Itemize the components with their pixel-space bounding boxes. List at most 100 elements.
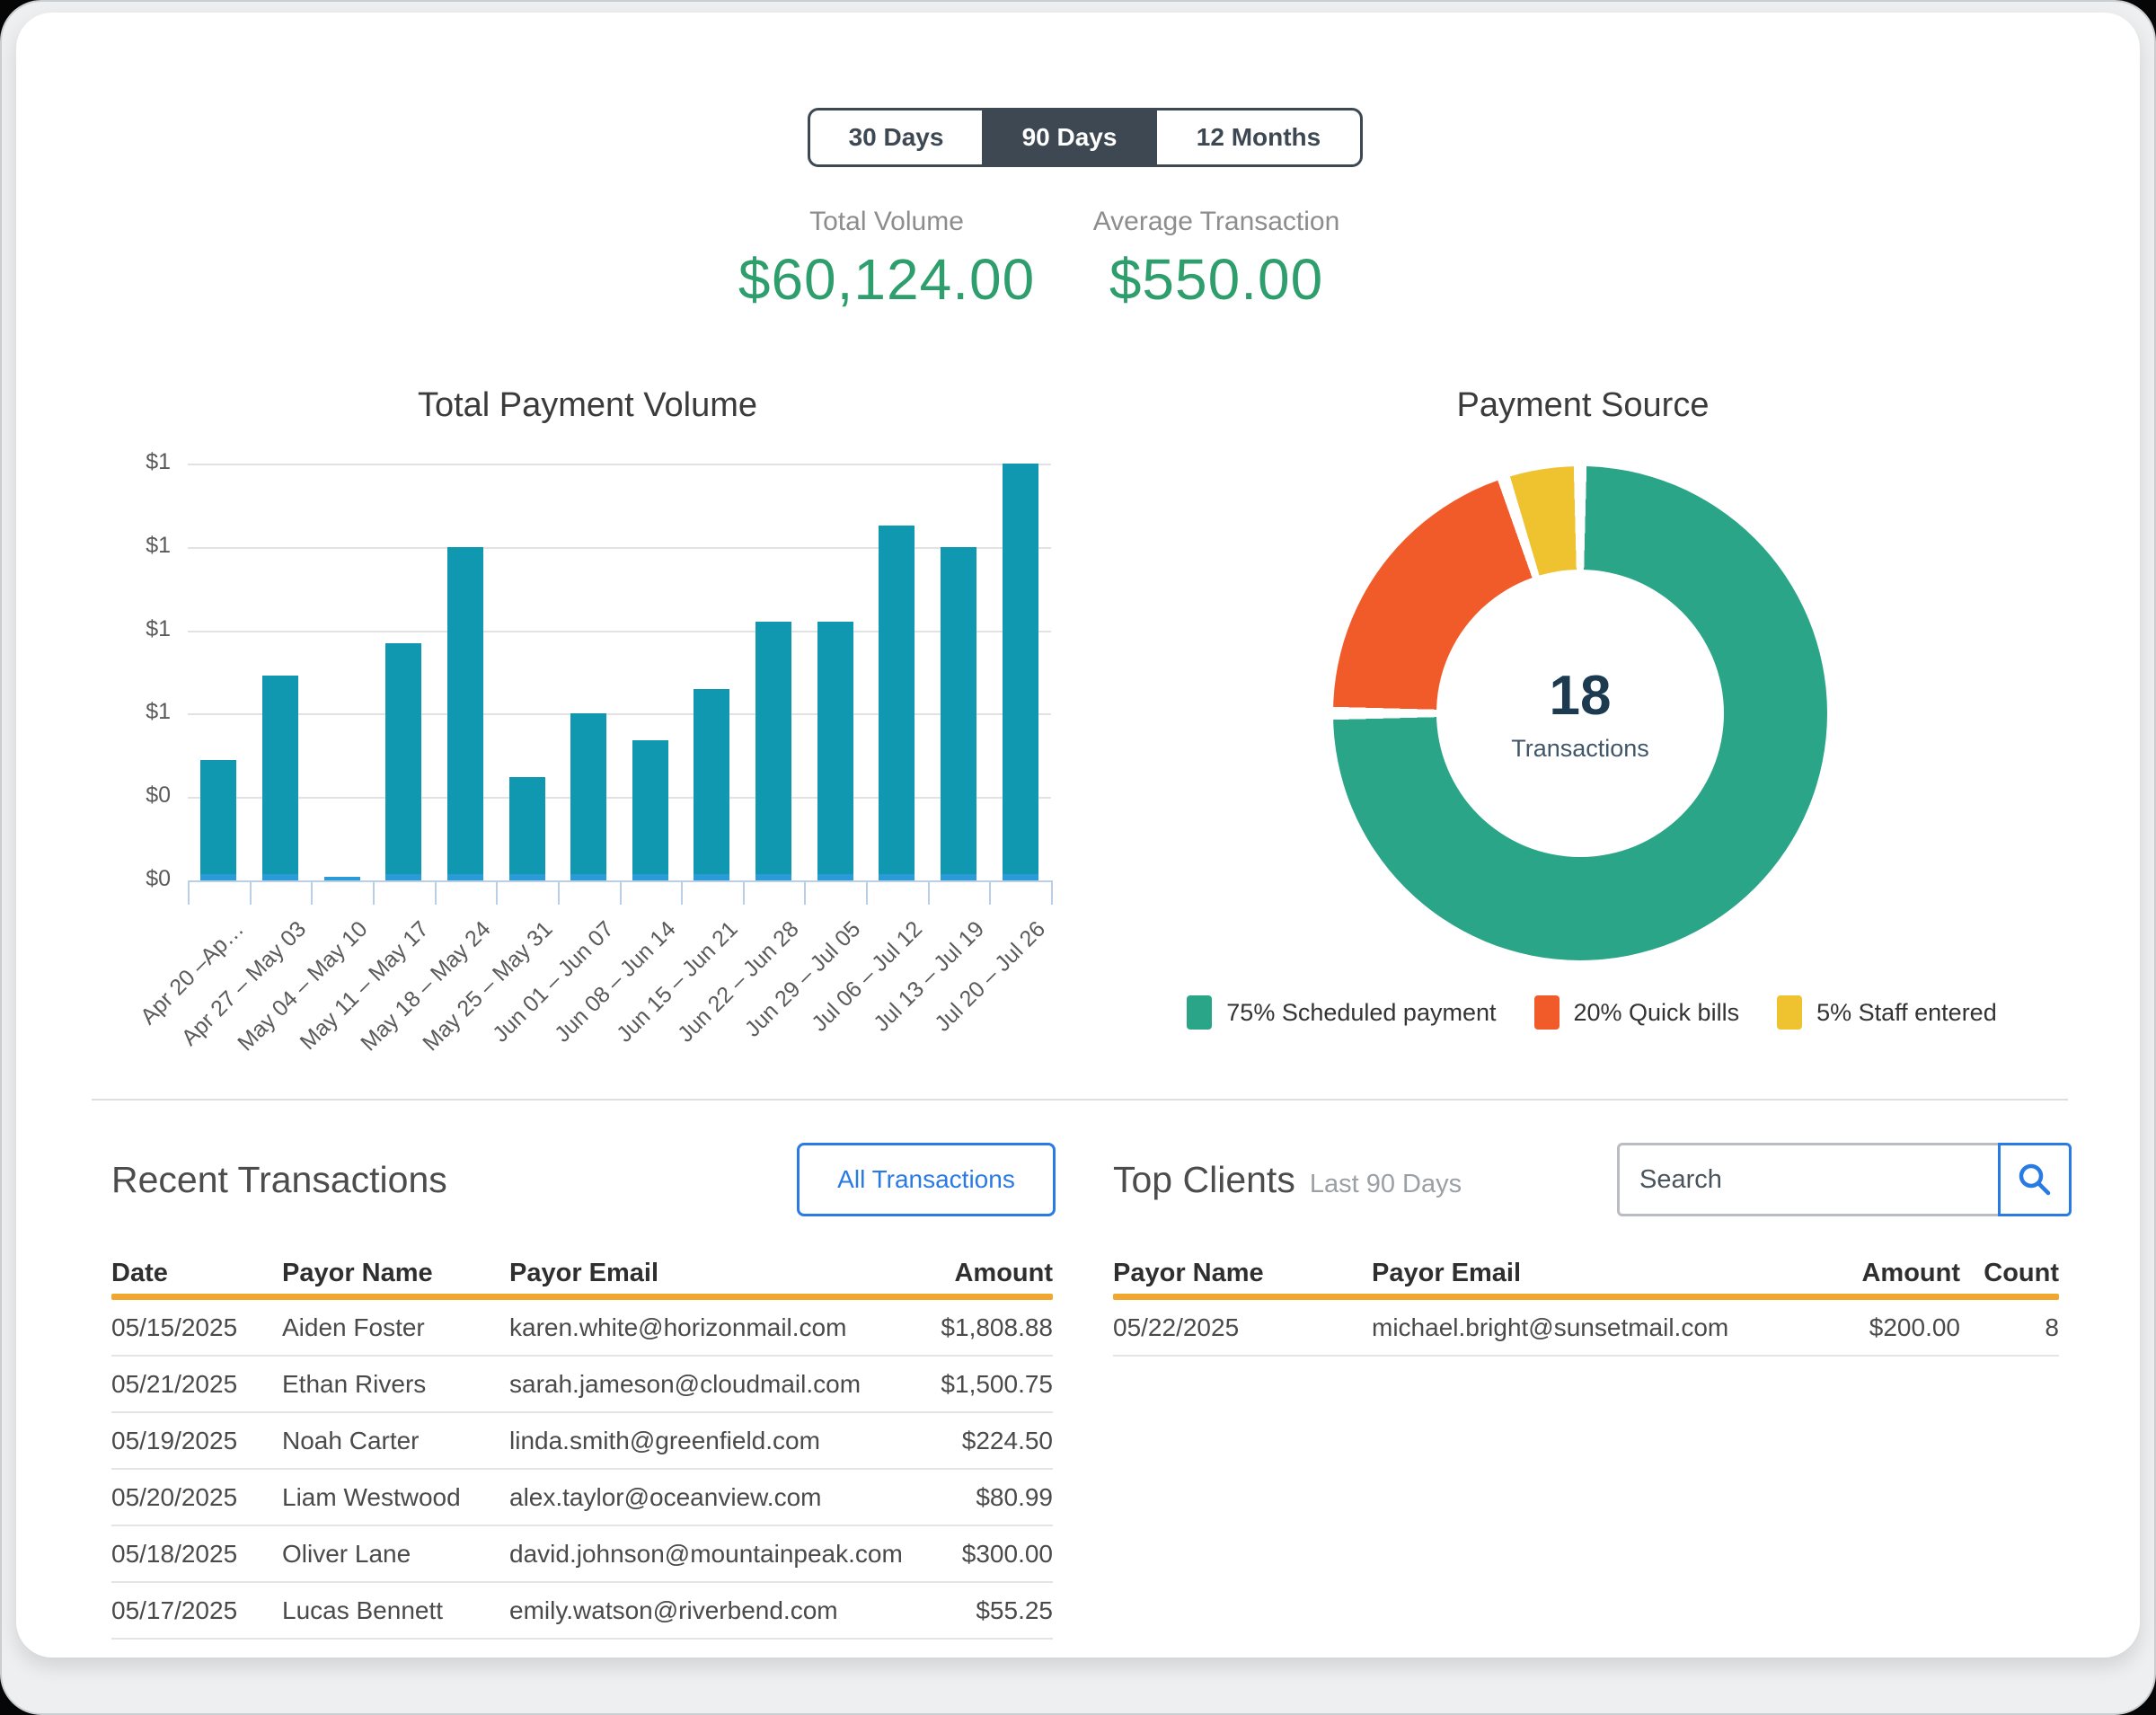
gridline (188, 713, 1051, 715)
bar (755, 622, 791, 880)
bar-top-segment (879, 526, 915, 874)
x-axis-tick (928, 880, 930, 905)
x-axis-tick (989, 880, 991, 905)
kpi-total-volume-label: Total Volume (707, 207, 1066, 237)
x-axis-tick (804, 880, 806, 905)
tab-30-days[interactable]: 30 Days (810, 111, 982, 164)
kpi-total-volume: Total Volume $60,124.00 (707, 207, 1066, 313)
cell: 05/15/2025 (111, 1313, 282, 1342)
bar-top-segment (694, 689, 729, 874)
bar (509, 777, 545, 880)
search-input[interactable] (1617, 1143, 1998, 1216)
cell: 05/17/2025 (111, 1596, 282, 1625)
table-row: 05/20/2025Liam Westwoodalex.taylor@ocean… (111, 1470, 1053, 1526)
bar-base-segment (632, 874, 668, 880)
gridline (188, 797, 1051, 799)
x-axis-tick (373, 880, 375, 905)
bar-top-segment (509, 777, 545, 874)
x-axis-tick (1051, 880, 1053, 905)
x-axis-tick (620, 880, 622, 905)
cell: Lucas Bennett (282, 1596, 509, 1625)
bar-chart-title: Total Payment Volume (111, 386, 1064, 425)
top-clients-table: Payor NamePayor EmailAmountCount05/22/20… (1113, 1252, 2059, 1357)
table-header-underline (111, 1294, 1053, 1300)
donut-center: 18 Transactions (1333, 466, 1827, 960)
donut-ring: 18 Transactions (1333, 466, 1827, 960)
bar-top-segment (570, 713, 606, 874)
x-tick-label: Jul 20 – Jul 26 (931, 916, 1052, 1038)
cell: Ethan Rivers (282, 1370, 509, 1399)
cell: karen.white@horizonmail.com (509, 1313, 909, 1342)
kpi-total-volume-value: $60,124.00 (707, 246, 1066, 313)
bar-top-segment (817, 622, 853, 874)
column-header: Payor Email (509, 1259, 909, 1288)
cell: alex.taylor@oceanview.com (509, 1483, 909, 1512)
bar-base-segment (941, 874, 976, 880)
bar (385, 643, 421, 880)
table-header-row: Payor NamePayor EmailAmountCount (1113, 1252, 2059, 1294)
legend-item: 20% Quick bills (1534, 995, 1740, 1030)
cell: Noah Carter (282, 1427, 509, 1455)
cell: Oliver Lane (282, 1540, 509, 1569)
cell: david.johnson@mountainpeak.com (509, 1540, 909, 1569)
legend-item: 75% Scheduled payment (1187, 995, 1496, 1030)
bar (941, 547, 976, 880)
x-axis-tick (250, 880, 252, 905)
table-row: 05/17/2025Lucas Bennettemily.watson@rive… (111, 1583, 1053, 1640)
cell: $1,808.88 (909, 1313, 1053, 1342)
legend-item: 5% Staff entered (1777, 995, 1997, 1030)
kpi-average-transaction: Average Transaction $550.00 (1037, 207, 1396, 313)
x-axis-tick (681, 880, 683, 905)
bar-top-segment (755, 622, 791, 874)
gridline (188, 547, 1051, 549)
donut-chart: Payment Source 18 Transactions 75% Sched… (1304, 386, 1861, 1069)
dashboard-frame: 30 Days90 Days12 Months Total Volume $60… (0, 0, 2156, 1715)
bar-base-segment (447, 874, 483, 880)
cell: michael.bright@sunsetmail.com (1372, 1313, 1767, 1342)
table-header-underline (1113, 1294, 2059, 1300)
column-header: Count (1960, 1259, 2059, 1288)
y-tick-label: $0 (111, 782, 171, 809)
x-axis-tick (743, 880, 745, 905)
bar-base-segment (1003, 874, 1038, 880)
y-tick-label: $1 (111, 616, 171, 642)
kpi-average-transaction-label: Average Transaction (1037, 207, 1396, 237)
x-axis-tick (311, 880, 313, 905)
bar (817, 622, 853, 880)
table-row: 05/18/2025Oliver Lanedavid.johnson@mount… (111, 1526, 1053, 1583)
section-divider (92, 1099, 2068, 1101)
cell: Liam Westwood (282, 1483, 509, 1512)
column-header: Payor Email (1372, 1259, 1767, 1288)
cell: 05/21/2025 (111, 1370, 282, 1399)
bar-base-segment (694, 874, 729, 880)
table-row: 05/19/2025Noah Carterlinda.smith@greenfi… (111, 1413, 1053, 1470)
gridline (188, 464, 1051, 465)
donut-center-value: 18 (1550, 664, 1612, 728)
x-axis-tick (558, 880, 560, 905)
tab-12-months[interactable]: 12 Months (1157, 111, 1360, 164)
table-row: 05/21/2025Ethan Riverssarah.jameson@clou… (111, 1357, 1053, 1413)
donut-legend: 75% Scheduled payment20% Quick bills5% S… (1250, 995, 1933, 1030)
all-transactions-button[interactable]: All Transactions (797, 1143, 1056, 1216)
cell: emily.watson@riverbend.com (509, 1596, 909, 1625)
cell: Aiden Foster (282, 1313, 509, 1342)
tab-90-days[interactable]: 90 Days (982, 111, 1157, 164)
bar (632, 740, 668, 880)
cell: $224.50 (909, 1427, 1053, 1455)
bar-base-segment (817, 874, 853, 880)
y-tick-label: $1 (111, 699, 171, 725)
bar-top-segment (262, 676, 298, 874)
cell: 8 (1960, 1313, 2059, 1342)
x-axis-tick (188, 880, 190, 905)
legend-swatch (1534, 995, 1560, 1030)
search-button[interactable] (1998, 1143, 2072, 1216)
cell: $300.00 (909, 1540, 1053, 1569)
bar (324, 877, 360, 880)
recent-transactions-table: DatePayor NamePayor EmailAmount05/15/202… (111, 1252, 1053, 1640)
bar (879, 526, 915, 880)
bar-base-segment (385, 874, 421, 880)
bar-chart: Total Payment Volume $1$1$1$1$0$0Apr 20 … (111, 386, 1064, 1051)
legend-swatch (1187, 995, 1212, 1030)
gridline (188, 631, 1051, 632)
search-icon (2015, 1160, 2054, 1199)
